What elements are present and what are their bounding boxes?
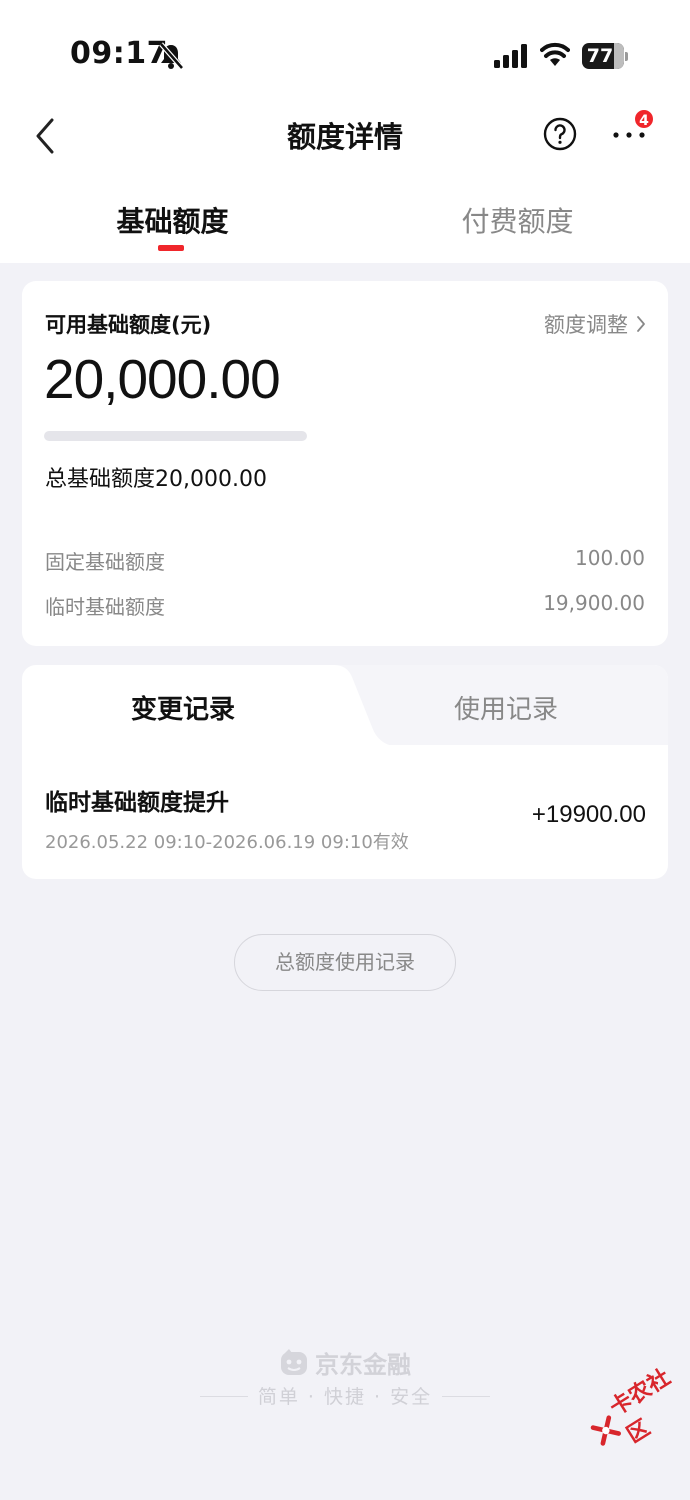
brand-slogan: 简单 · 快捷 · 安全 (257, 1386, 433, 1408)
fixed-limit-label: 固定基础额度 (45, 550, 165, 574)
status-time: 09:17 (70, 36, 168, 71)
page-title: 额度详情 (286, 120, 403, 154)
brand-footer: 京东金融 (0, 1345, 690, 1382)
bell-muted-icon (159, 42, 184, 70)
available-amount: 20,000.00 (44, 348, 281, 410)
battery-level-text: 77 (586, 45, 614, 67)
notification-badge: 4 (633, 108, 655, 130)
temporary-limit-label: 临时基础额度 (45, 595, 165, 619)
brand-name: 京东金融 (315, 1351, 411, 1379)
more-options-icon[interactable] (612, 130, 646, 140)
tab-basic-limit[interactable]: 基础额度 (0, 200, 345, 240)
wifi-icon (540, 42, 570, 66)
tab-change-records[interactable]: 变更记录 (22, 689, 344, 726)
limit-type-tabs: 基础额度 付费额度 (0, 180, 690, 263)
chevron-right-icon (637, 316, 645, 332)
total-limit-usage-records-button[interactable]: 总额度使用记录 (234, 934, 456, 991)
records-card: 变更记录 使用记录 临时基础额度提升 2026.05.22 09:10-2026… (22, 665, 668, 879)
limit-adjust-link[interactable]: 额度调整 (544, 309, 646, 339)
record-amount: +19900.00 (531, 801, 646, 828)
help-icon[interactable] (543, 117, 577, 151)
cellular-signal-icon (494, 44, 527, 68)
temporary-limit-row: 临时基础额度 19,900.00 (45, 591, 645, 620)
jd-finance-logo-icon (281, 1348, 307, 1375)
basic-limit-card: 可用基础额度(元) 额度调整 20,000.00 总基础额度20,000.00 … (22, 281, 668, 646)
temporary-limit-value: 19,900.00 (543, 591, 645, 615)
fixed-limit-value: 100.00 (575, 546, 645, 570)
fixed-limit-row: 固定基础额度 100.00 (45, 546, 645, 575)
status-bar: 09:17 77 (0, 0, 690, 100)
tab-usage-records[interactable]: 使用记录 (344, 689, 668, 726)
record-title: 临时基础额度提升 (45, 790, 229, 816)
active-tab-indicator (158, 245, 184, 251)
brand-slogan-row: 简单 · 快捷 · 安全 (0, 1382, 690, 1412)
record-period: 2026.05.22 09:10-2026.06.19 09:10有效 (45, 832, 409, 853)
limit-adjust-label: 额度调整 (544, 313, 628, 337)
total-basic-limit: 总基础额度20,000.00 (45, 467, 267, 492)
limit-usage-bar (44, 431, 307, 441)
battery-indicator: 77 (582, 43, 628, 69)
navigation-bar: 额度详情 4 (0, 100, 690, 180)
available-limit-title: 可用基础额度(元) (45, 313, 212, 337)
tab-paid-limit[interactable]: 付费额度 (345, 200, 690, 240)
